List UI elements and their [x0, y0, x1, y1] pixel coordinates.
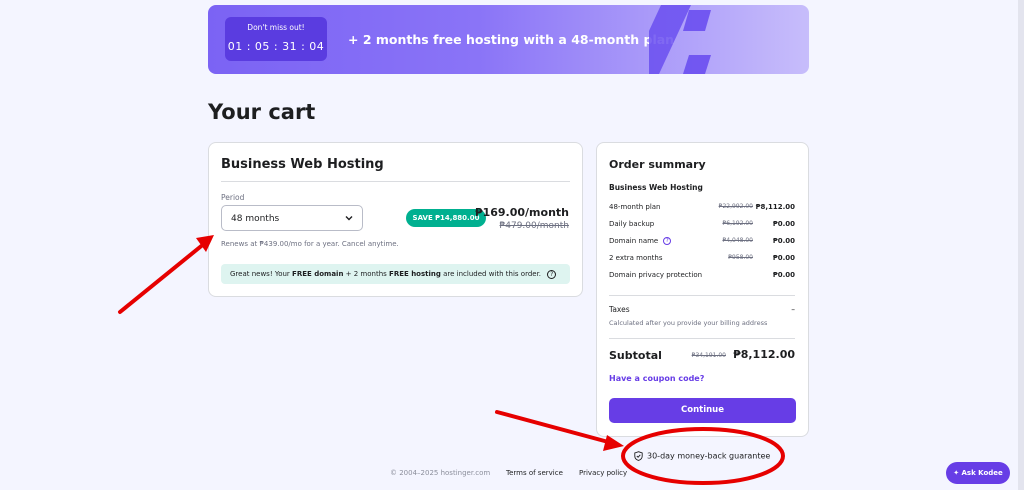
money-back-guarantee: 30-day money-back guarantee: [634, 451, 770, 461]
taxes-value: –: [791, 305, 795, 314]
summary-row: 48-month plan ₱22,992.00 ₱8,112.00: [609, 203, 795, 215]
row-price: ₱8,112.00: [755, 203, 795, 211]
row-name-wrap: Domain name?: [609, 237, 672, 245]
promo-banner: Don't miss out! 01 : 05 : 31 : 04 + 2 mo…: [208, 5, 809, 74]
continue-button[interactable]: Continue: [609, 398, 796, 423]
chevron-down-icon: [345, 216, 353, 221]
annotation-arrow: [118, 241, 207, 314]
help-icon[interactable]: ?: [663, 237, 672, 245]
price: ₱169.00/month: [474, 206, 569, 219]
percent-graphic: [649, 5, 711, 74]
row-name: 2 extra months: [609, 254, 663, 262]
renews-note: Renews at ₱439.00/mo for a year. Cancel …: [221, 240, 399, 248]
row-name: Domain name: [609, 237, 659, 245]
help-icon[interactable]: ?: [547, 269, 557, 279]
row-name: Daily backup: [609, 220, 655, 228]
subtotal-label: Subtotal: [609, 349, 662, 362]
product-card: Business Web Hosting Period 48 months SA…: [208, 142, 583, 297]
summary-row: 2 extra months ₱958.00 ₱0.00: [609, 254, 795, 266]
countdown-timer: Don't miss out! 01 : 05 : 31 : 04: [225, 17, 327, 61]
row-name: 48-month plan: [609, 203, 661, 211]
coupon-link[interactable]: Have a coupon code?: [609, 374, 704, 383]
period-select[interactable]: 48 months: [221, 205, 363, 231]
row-old-price: ₱958.00: [728, 254, 753, 261]
promo-text: are included with this order.: [440, 270, 542, 278]
taxes-label: Taxes: [609, 305, 630, 314]
promo-bold-hosting: FREE hosting: [389, 270, 441, 278]
subtotal-old: ₱34,191.00: [691, 352, 726, 359]
promo-text: Great news! Your: [230, 270, 293, 278]
summary-product: Business Web Hosting: [609, 183, 703, 192]
timer-value: 01 : 05 : 31 : 04: [227, 40, 325, 53]
row-price: ₱0.00: [772, 220, 795, 228]
row-old-price: ₱22,992.00: [718, 203, 753, 210]
shield-check-icon: [634, 451, 643, 461]
row-old-price: ₱6,192.00: [722, 220, 753, 227]
row-price: ₱0.00: [772, 237, 795, 245]
order-summary-card: Order summary Business Web Hosting 48-mo…: [596, 142, 809, 437]
promo-bold-domain: FREE domain: [292, 270, 344, 278]
row-price: ₱0.00: [772, 271, 795, 279]
page-title: Your cart: [208, 100, 316, 124]
summary-row: Domain privacy protection ₱0.00: [609, 271, 795, 283]
ask-kodee-label: Ask Kodee: [961, 469, 1003, 477]
row-name: Domain privacy protection: [609, 271, 703, 279]
guarantee-text: 30-day money-back guarantee: [647, 451, 771, 461]
taxes-note: Calculated after you provide your billin…: [609, 319, 768, 327]
terms-link[interactable]: Terms of service: [506, 469, 563, 477]
annotation-arrowhead: [603, 435, 624, 451]
timer-label: Don't miss out!: [247, 23, 305, 32]
banner-promo-text: + 2 months free hosting with a 48-month …: [348, 32, 675, 47]
summary-row: Domain name? ₱4,048.00 ₱0.00: [609, 237, 795, 249]
product-title: Business Web Hosting: [221, 157, 384, 172]
summary-row: Daily backup ₱6,192.00 ₱0.00: [609, 220, 795, 232]
included-notice: Great news! Your FREE domain + 2 months …: [221, 264, 570, 284]
row-old-price: ₱4,048.00: [722, 237, 753, 244]
old-price: ₱479.00/month: [499, 221, 569, 231]
divider: [221, 181, 570, 182]
summary-title: Order summary: [609, 158, 706, 171]
divider: [609, 295, 795, 296]
divider: [609, 338, 795, 339]
period-value: 48 months: [231, 214, 280, 224]
privacy-link[interactable]: Privacy policy: [579, 469, 627, 477]
ask-kodee-button[interactable]: ✦ Ask Kodee: [946, 462, 1010, 484]
period-label: Period: [221, 193, 245, 202]
footer-copyright: © 2004–2025 hostinger.com: [390, 469, 491, 477]
row-price: ₱0.00: [772, 254, 795, 262]
kodee-icon: ✦: [953, 469, 960, 477]
subtotal-value: ₱8,112.00: [733, 348, 795, 361]
scrollbar-track[interactable]: [1018, 0, 1024, 490]
annotation-arrow: [495, 410, 614, 445]
promo-text: + 2 months: [343, 270, 390, 278]
